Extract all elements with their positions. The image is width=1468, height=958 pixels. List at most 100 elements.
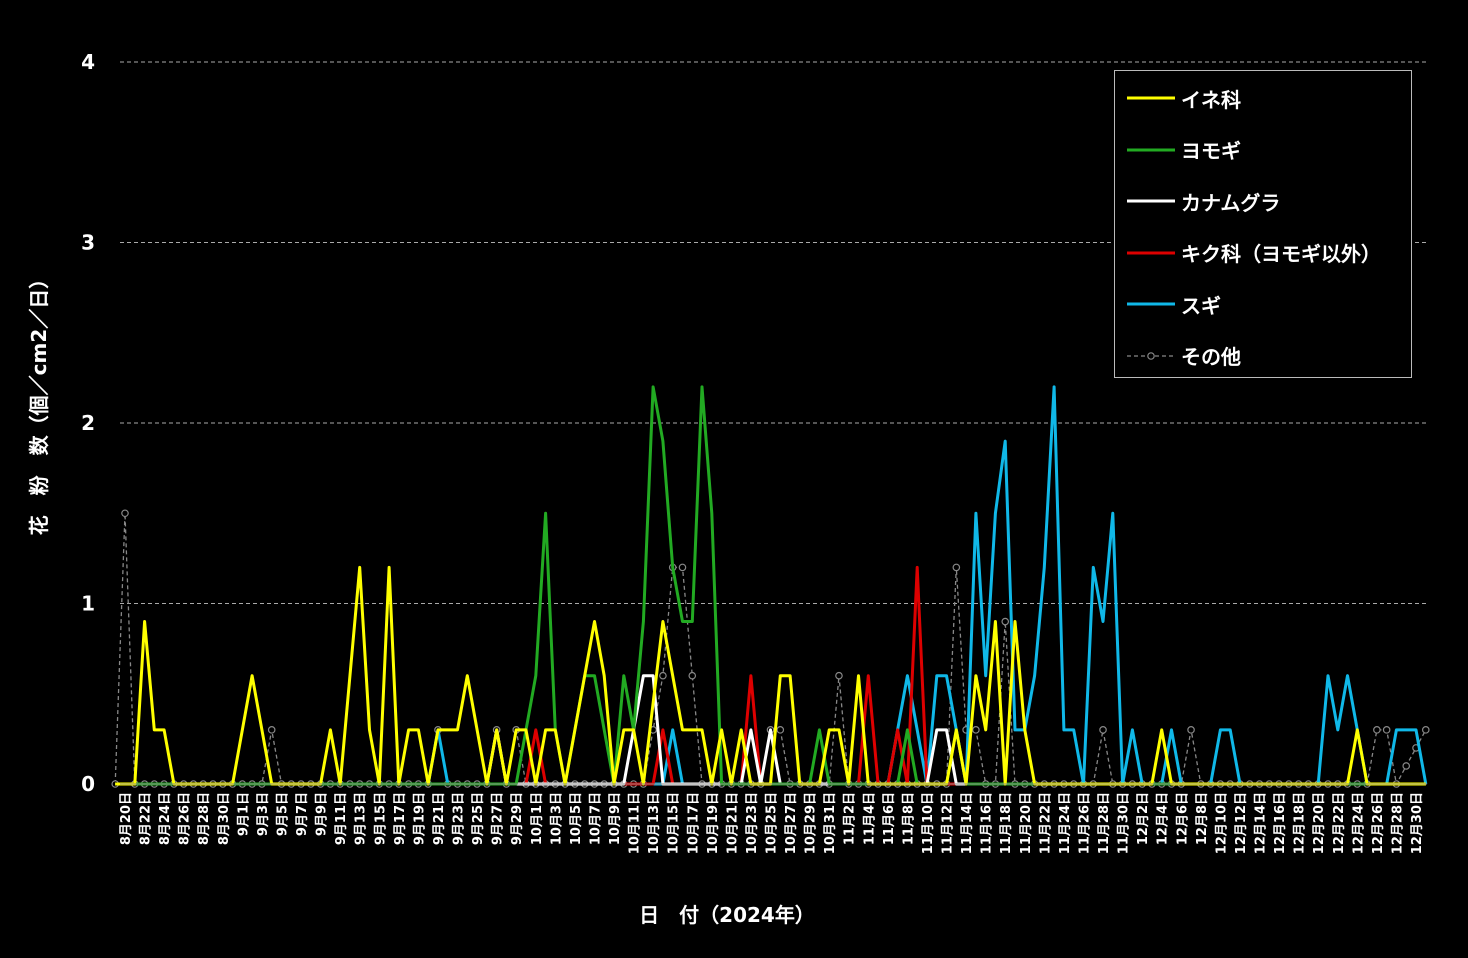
legend-item: その他 — [1125, 341, 1241, 371]
x-tick-label: 10月17日 — [686, 792, 701, 854]
x-tick-label: 8月22日 — [139, 792, 154, 845]
series-point-other — [688, 671, 697, 680]
series-point-other — [121, 509, 129, 518]
x-tick-label: 9月23日 — [452, 792, 467, 845]
legend-label: ヨモギ — [1181, 139, 1241, 163]
x-tick-label: 9月7日 — [295, 792, 310, 836]
y-tick-label: 4 — [81, 50, 95, 74]
x-tick-label: 9月5日 — [275, 792, 290, 836]
x-tick-label: 9月17日 — [393, 792, 408, 845]
legend-item: イネ科 — [1125, 83, 1241, 113]
series-point-other — [678, 563, 687, 572]
series-layer — [111, 385, 1430, 788]
series-point-other — [1001, 617, 1010, 626]
x-tick-label: 9月21日 — [432, 792, 447, 845]
series-line-スギ — [115, 385, 1428, 786]
x-tick-label: 11月4日 — [862, 792, 877, 845]
legend-label: カナムグラ — [1181, 190, 1281, 215]
legend-item: ヨモギ — [1125, 135, 1241, 165]
x-tick-label: 12月14日 — [1254, 792, 1269, 854]
x-tick-label: 10月21日 — [725, 792, 740, 854]
y-tick-label: 0 — [81, 772, 95, 796]
x-tick-label: 12月28日 — [1390, 792, 1405, 854]
series-point-other — [776, 726, 785, 734]
series-point-other — [267, 726, 276, 734]
x-tick-label: 11月20日 — [1019, 792, 1034, 854]
legend: イネ科ヨモギカナムグラキク科（ヨモギ以外） スギその他 — [1114, 70, 1412, 378]
x-tick-label: 11月24日 — [1058, 792, 1073, 854]
x-tick-label: 12月20日 — [1312, 792, 1327, 854]
x-tick-label: 12月12日 — [1234, 792, 1249, 854]
y-axis-title: 花 粉 数（個／cm2／日） — [27, 269, 51, 536]
x-tick-label: 10月27日 — [784, 792, 799, 854]
x-tick-label: 11月8日 — [901, 792, 916, 845]
x-tick-label: 10月9日 — [608, 792, 623, 845]
x-tick-label: 9月3日 — [256, 792, 271, 836]
x-tick-label: 12月16日 — [1273, 792, 1288, 854]
x-tick-label: 8月20日 — [119, 792, 134, 845]
x-axis-title: 日 付（2024年） — [639, 903, 815, 927]
y-tick-labels: 0 1 2 3 4 — [81, 50, 95, 796]
x-tick-label: 12月4日 — [1156, 792, 1171, 845]
series-line-イネ科 — [115, 565, 1426, 786]
x-tick-label: 11月28日 — [1097, 792, 1112, 854]
x-tick-label: 10月13日 — [647, 792, 662, 854]
x-tick-label: 11月26日 — [1077, 792, 1092, 854]
x-tick-label: 11月12日 — [941, 792, 956, 854]
series-line-other — [114, 513, 1427, 786]
x-tick-labels: 8月20日 8月22日 8月24日 8月26日 8月28日 8月30日 9月1日 9月3日 9月… — [119, 792, 1425, 854]
legend-swatch — [1127, 96, 1175, 100]
series-line-キク科（ヨモギ以外） — [115, 565, 1426, 786]
legend-swatch — [1127, 199, 1175, 203]
x-tick-label: 12月6日 — [1175, 792, 1190, 845]
x-tick-label: 9月19日 — [412, 792, 427, 845]
y-tick-label: 2 — [81, 411, 95, 435]
series-point-other — [1382, 726, 1391, 734]
x-tick-label: 9月29日 — [510, 792, 525, 845]
legend-item: スギ — [1125, 289, 1221, 319]
x-tick-label: 11月22日 — [1038, 792, 1053, 854]
legend-swatch — [1127, 251, 1175, 254]
series-point-other — [1099, 726, 1107, 734]
legend-item: キク科（ヨモギ以外） — [1125, 238, 1381, 268]
x-tick-label: 9月13日 — [354, 792, 369, 845]
legend-swatch — [1127, 302, 1175, 306]
x-tick-label: 8月30日 — [217, 792, 232, 845]
x-tick-label: 9月1日 — [236, 792, 251, 836]
x-tick-label: 11月2日 — [843, 792, 858, 845]
legend-marker — [1147, 351, 1155, 360]
series-point-other — [972, 726, 980, 734]
y-tick-label: 3 — [81, 231, 95, 255]
x-tick-label: 9月15日 — [373, 792, 388, 845]
x-tick-label: 12月22日 — [1332, 792, 1347, 854]
x-tick-label: 10月25日 — [765, 792, 780, 854]
series-line-ヨモギ — [115, 385, 1426, 786]
x-tick-label: 10月3日 — [549, 792, 564, 845]
x-tick-label: 9月9日 — [315, 792, 330, 836]
x-tick-label: 12月8日 — [1195, 792, 1210, 845]
legend-label: キク科（ヨモギ以外） — [1181, 242, 1381, 266]
legend-swatch — [1127, 148, 1175, 151]
series-point-other — [1187, 726, 1195, 734]
x-tick-label: 10月31日 — [823, 792, 838, 854]
series-point-other — [1373, 726, 1381, 734]
x-tick-label: 12月24日 — [1351, 792, 1366, 854]
x-tick-label: 10月11日 — [628, 792, 643, 854]
x-tick-label: 12月26日 — [1371, 792, 1386, 854]
x-tick-label: 10月1日 — [530, 792, 545, 845]
x-tick-label: 11月14日 — [960, 792, 975, 854]
x-tick-label: 9月25日 — [471, 792, 486, 845]
series-point-other — [835, 671, 843, 680]
x-tick-label: 12月10日 — [1214, 792, 1229, 854]
legend-swatch — [1127, 351, 1175, 360]
y-tick-label: 1 — [81, 592, 95, 616]
x-tick-label: 10月29日 — [804, 792, 819, 854]
x-tick-label: 11月30日 — [1117, 792, 1132, 854]
x-tick-label: 9月11日 — [334, 792, 349, 845]
x-tick-label: 12月30日 — [1410, 792, 1425, 854]
x-tick-label: 8月28日 — [197, 792, 212, 845]
x-tick-label: 12月18日 — [1293, 792, 1308, 854]
legend-label: その他 — [1181, 345, 1241, 369]
legend-label: イネ科 — [1181, 87, 1241, 112]
series-point-other — [659, 671, 667, 680]
